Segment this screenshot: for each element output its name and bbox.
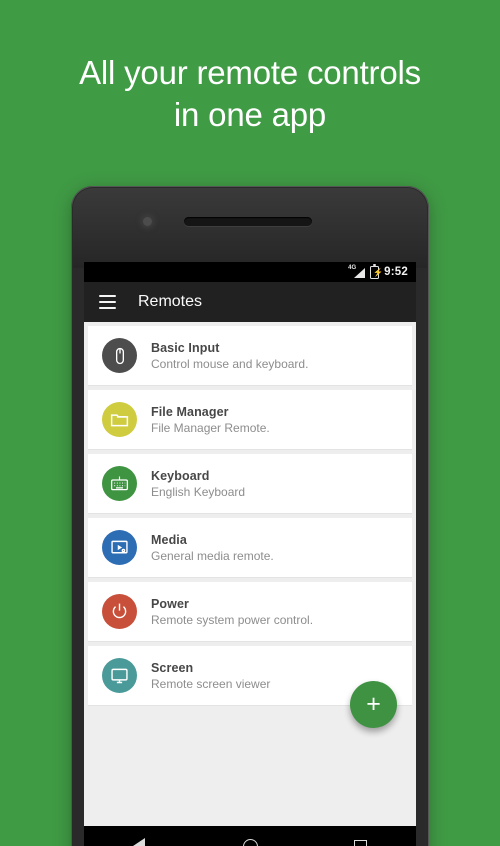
list-item[interactable]: File Manager File Manager Remote.	[88, 390, 412, 450]
list-item-title: Power	[151, 596, 190, 611]
status-bar: 4G ⚡ 9:52	[84, 262, 416, 282]
list-item-subtitle: General media remote.	[151, 548, 274, 563]
network-type-label: 4G	[348, 264, 357, 271]
list-item-title: File Manager	[151, 404, 229, 419]
monitor-icon	[102, 658, 137, 693]
phone-top-bezel	[71, 186, 429, 262]
mouse-icon	[102, 338, 137, 373]
promo-headline: All your remote controls in one app	[0, 52, 500, 136]
keyboard-icon	[102, 466, 137, 501]
list-item-title: Media	[151, 532, 187, 547]
folder-icon	[102, 402, 137, 437]
nav-recents-icon	[354, 839, 368, 846]
nav-recents-button[interactable]	[305, 839, 416, 846]
list-item-title: Keyboard	[151, 468, 210, 483]
earpiece-speaker	[184, 217, 312, 226]
phone-screen: 4G ⚡ 9:52 Remotes Basic Input Control mo…	[84, 262, 416, 846]
nav-back-button[interactable]	[84, 838, 195, 846]
headline-line-1: All your remote controls	[79, 54, 421, 91]
list-item-title: Basic Input	[151, 340, 220, 355]
app-bar: Remotes	[84, 282, 416, 322]
list-item[interactable]: Basic Input Control mouse and keyboard.	[88, 326, 412, 386]
list-item-subtitle: File Manager Remote.	[151, 420, 270, 435]
phone-mockup: 4G ⚡ 9:52 Remotes Basic Input Control mo…	[71, 186, 429, 846]
nav-back-icon	[133, 838, 146, 846]
remotes-list: Basic Input Control mouse and keyboard. …	[84, 322, 416, 706]
list-item-subtitle: Remote system power control.	[151, 612, 314, 627]
status-bar-clock: 9:52	[384, 266, 408, 278]
signal-icon: 4G	[348, 264, 366, 279]
page-title: Remotes	[138, 293, 203, 310]
media-play-icon	[102, 530, 137, 565]
list-item[interactable]: Power Remote system power control.	[88, 582, 412, 642]
list-item-title: Screen	[151, 660, 194, 675]
list-item[interactable]: Keyboard English Keyboard	[88, 454, 412, 514]
front-camera-icon	[143, 217, 152, 226]
list-item-subtitle: Remote screen viewer	[151, 676, 271, 691]
power-icon	[102, 594, 137, 629]
add-remote-fab[interactable]: +	[350, 681, 397, 728]
headline-line-2: in one app	[173, 96, 327, 134]
hamburger-menu-icon[interactable]	[99, 295, 116, 309]
android-navigation-bar	[84, 826, 416, 846]
plus-icon: +	[366, 690, 381, 718]
list-item-subtitle: English Keyboard	[151, 484, 246, 499]
list-item-subtitle: Control mouse and keyboard.	[151, 356, 309, 371]
list-item[interactable]: Media General media remote.	[88, 518, 412, 578]
nav-home-icon	[242, 838, 258, 846]
battery-charging-icon: ⚡	[370, 263, 383, 279]
nav-home-button[interactable]	[195, 838, 306, 846]
